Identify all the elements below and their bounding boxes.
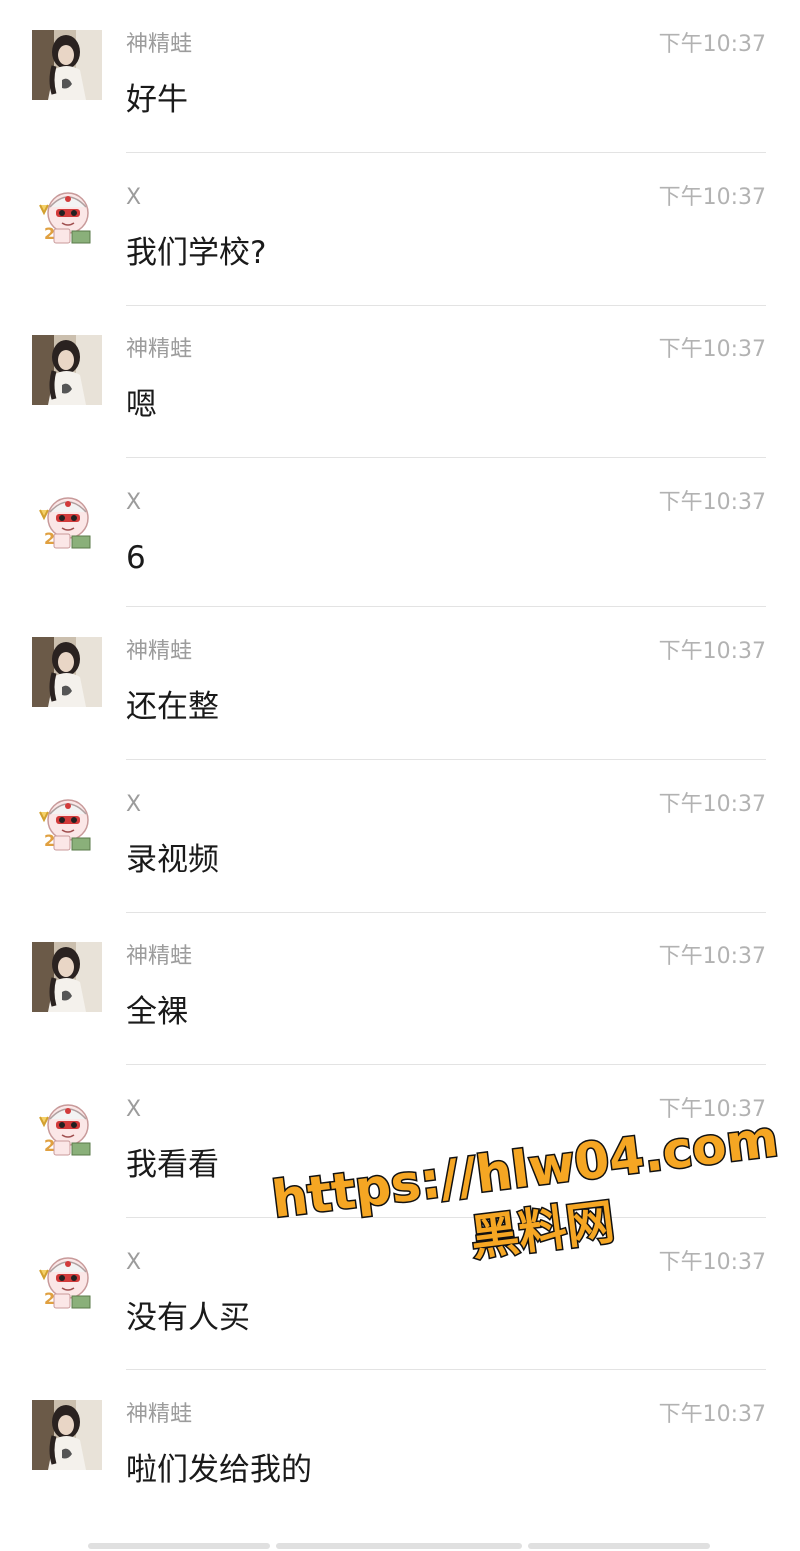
sender-name: 神精蛙 [126, 337, 193, 362]
message-divider [126, 759, 766, 760]
sender-name: X [126, 1250, 142, 1275]
message-time: 下午10:37 [658, 792, 766, 817]
cartoon-avatar-icon[interactable]: 2 [32, 183, 102, 253]
message-text: 嗯 [126, 387, 157, 423]
message-divider [126, 152, 766, 153]
message-text: 啦们发给我的 [126, 1452, 312, 1488]
message-divider [126, 305, 766, 306]
message-time: 下午10:37 [658, 1250, 766, 1275]
sender-name: X [126, 185, 142, 210]
message-divider [126, 1217, 766, 1218]
message-divider [126, 457, 766, 458]
message-text: 录视频 [126, 842, 219, 878]
message-text: 我看看 [126, 1147, 219, 1183]
svg-text:2: 2 [44, 1136, 55, 1155]
bottom-scroll-indicator [528, 1543, 710, 1549]
message-divider [126, 912, 766, 913]
sender-name: 神精蛙 [126, 944, 193, 969]
message-text: 全裸 [126, 994, 188, 1030]
sender-name: 神精蛙 [126, 32, 193, 57]
sender-name: X [126, 1097, 142, 1122]
message-text: 还在整 [126, 689, 219, 725]
message-divider [126, 606, 766, 607]
message-time: 下午10:37 [658, 490, 766, 515]
svg-text:2: 2 [44, 1289, 55, 1308]
watermark-url: https://hlw04.com [269, 1109, 781, 1229]
sender-name: X [126, 792, 142, 817]
message-time: 下午10:37 [658, 1402, 766, 1427]
photo-avatar-icon[interactable] [32, 1400, 102, 1470]
cartoon-avatar-icon[interactable]: 2 [32, 790, 102, 860]
sender-name: 神精蛙 [126, 1402, 193, 1427]
message-time: 下午10:37 [658, 944, 766, 969]
message-time: 下午10:37 [658, 32, 766, 57]
cartoon-avatar-icon[interactable]: 2 [32, 488, 102, 558]
chat-history-page: 神精蛙 下午10:37 好牛 2 X 下午10:37 我们学校? 神精蛙 下午10:37 嗯… [0, 0, 800, 1551]
message-text: 好牛 [126, 82, 188, 118]
message-divider [126, 1064, 766, 1065]
bottom-scroll-indicator [276, 1543, 522, 1549]
cartoon-avatar-icon[interactable]: 2 [32, 1248, 102, 1318]
svg-text:2: 2 [44, 224, 55, 243]
message-time: 下午10:37 [658, 1097, 766, 1122]
photo-avatar-icon[interactable] [32, 335, 102, 405]
message-text: 6 [126, 540, 146, 576]
cartoon-avatar-icon[interactable]: 2 [32, 1095, 102, 1165]
photo-avatar-icon[interactable] [32, 942, 102, 1012]
message-time: 下午10:37 [658, 639, 766, 664]
message-divider [126, 1369, 766, 1370]
message-time: 下午10:37 [658, 337, 766, 362]
message-text: 我们学校? [126, 235, 267, 271]
message-text: 没有人买 [126, 1300, 250, 1336]
sender-name: 神精蛙 [126, 639, 193, 664]
svg-text:2: 2 [44, 529, 55, 548]
message-time: 下午10:37 [658, 185, 766, 210]
photo-avatar-icon[interactable] [32, 30, 102, 100]
photo-avatar-icon[interactable] [32, 637, 102, 707]
svg-text:2: 2 [44, 831, 55, 850]
watermark-label: 黑料网 [468, 1194, 618, 1267]
sender-name: X [126, 490, 142, 515]
bottom-scroll-indicator [88, 1543, 270, 1549]
